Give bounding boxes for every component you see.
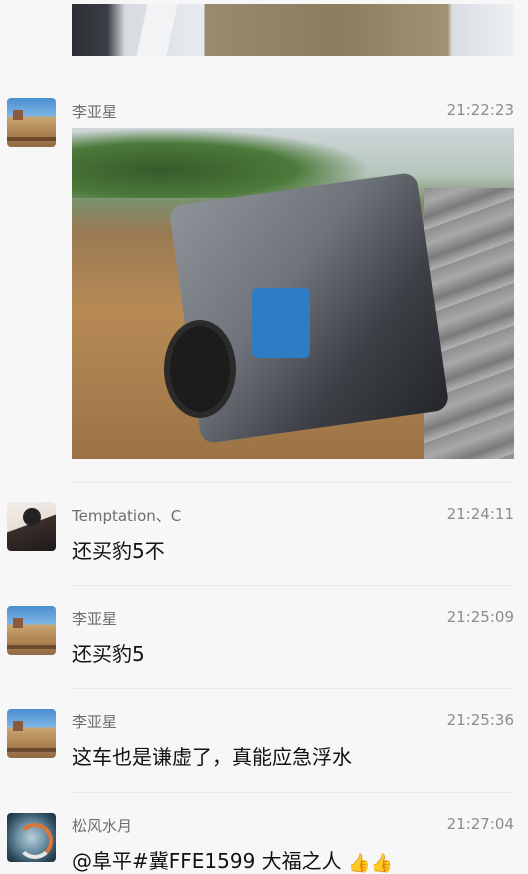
photo-blue-tarp — [252, 288, 310, 358]
divider — [72, 688, 514, 689]
sender-name: 松风水月 — [72, 817, 133, 835]
message-time: 21:24:11 — [446, 505, 514, 523]
message-text[interactable]: 还买豹5 — [72, 638, 145, 667]
message-text[interactable]: 这车也是谦虚了，真能应急浮水 — [72, 741, 352, 770]
message-text-body: @阜平#冀FFE1599 大福之人 — [72, 849, 342, 873]
sender-name: Temptation、C — [72, 507, 182, 525]
divider — [72, 482, 514, 483]
thumbs-up-icon: 👍👍 — [348, 853, 393, 874]
photo-wheel — [164, 320, 236, 418]
avatar[interactable] — [7, 709, 56, 758]
avatar[interactable] — [7, 98, 56, 147]
previous-message-photo[interactable] — [72, 4, 514, 56]
message-time: 21:25:36 — [446, 711, 514, 729]
message-time: 21:27:04 — [446, 815, 514, 833]
divider — [72, 792, 514, 793]
divider — [72, 585, 514, 586]
message-text[interactable]: 还买豹5不 — [72, 535, 165, 564]
sender-name: 李亚星 — [72, 610, 118, 628]
avatar[interactable] — [7, 606, 56, 655]
message-time: 21:25:09 — [446, 608, 514, 626]
sender-name: 李亚星 — [72, 103, 118, 121]
message-time: 21:22:23 — [446, 101, 514, 119]
avatar[interactable] — [7, 502, 56, 551]
sender-name: 李亚星 — [72, 713, 118, 731]
flood-car-photo[interactable] — [72, 128, 514, 459]
avatar[interactable] — [7, 813, 56, 862]
